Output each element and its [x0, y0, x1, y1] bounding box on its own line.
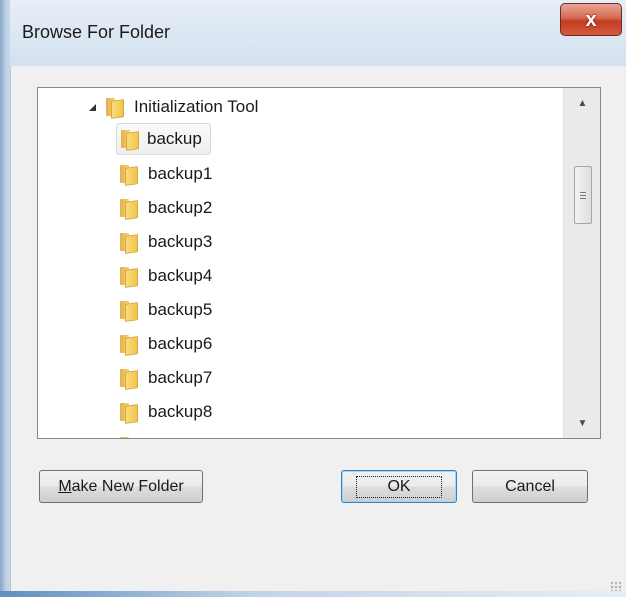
folder-icon — [118, 198, 138, 220]
tree-item-backup[interactable]: backup — [116, 123, 211, 155]
tree-item-backup2[interactable]: backup2 — [118, 193, 218, 223]
mnemonic-letter: M — [58, 477, 72, 495]
tree-item-label: backup2 — [148, 198, 213, 217]
tree-item-label: Initialization Tool — [134, 97, 259, 116]
folder-icon — [118, 334, 138, 356]
tree-item-backup6[interactable]: backup6 — [118, 329, 218, 359]
vertical-scrollbar[interactable]: ▲ ▼ — [563, 88, 600, 438]
selection-highlight: backup — [116, 123, 211, 155]
up-arrow-icon: ▲ — [577, 97, 588, 109]
folder-icon — [104, 97, 124, 119]
down-arrow-icon: ▼ — [577, 417, 588, 429]
tree-item-label: backup3 — [148, 232, 213, 251]
window-bottom-border — [0, 591, 626, 597]
ok-label: OK — [356, 475, 442, 498]
tree-item-label: backup5 — [148, 300, 213, 319]
folder-icon — [118, 300, 138, 322]
scroll-thumb[interactable] — [574, 166, 592, 224]
ok-button[interactable]: OK — [341, 470, 457, 503]
folder-icon — [119, 129, 139, 151]
tree-item-backup1[interactable]: backup1 — [118, 159, 218, 189]
folder-icon — [118, 402, 138, 424]
make-new-folder-label-rest: ake New Folder — [71, 477, 184, 495]
folder-icon — [118, 232, 138, 254]
cancel-button[interactable]: Cancel — [472, 470, 588, 503]
close-button[interactable]: x — [560, 3, 622, 36]
folder-icon — [118, 164, 138, 186]
folder-icon — [118, 368, 138, 390]
tree-item-backup7[interactable]: backup7 — [118, 363, 218, 393]
tree-item-label: backup — [147, 129, 202, 148]
window-title: Browse For Folder — [22, 22, 171, 42]
tree-item-backup4[interactable]: backup4 — [118, 261, 218, 291]
grip-icon — [580, 191, 586, 199]
scroll-up-button[interactable]: ▲ — [564, 88, 600, 118]
tree-item-backup3[interactable]: backup3 — [118, 227, 218, 257]
tree-item-root[interactable]: Initialization Tool — [88, 92, 264, 122]
window-border — [0, 0, 10, 597]
tree-item-label: backup4 — [148, 266, 213, 285]
tree-item-label: backup1 — [148, 164, 213, 183]
tree-item-label: backup8 — [148, 402, 213, 421]
close-icon: x — [585, 8, 597, 31]
make-new-folder-button[interactable]: Make New Folder — [39, 470, 203, 503]
browse-for-folder-dialog: Browse For Folder x Initialization Tool … — [0, 0, 626, 597]
scroll-down-button[interactable]: ▼ — [564, 408, 600, 438]
expand-arrow-icon[interactable] — [88, 101, 100, 113]
folder-icon — [118, 266, 138, 288]
folder-icon — [118, 436, 138, 438]
tree-item-label: backup9 — [142, 432, 218, 438]
tree-item-backup9[interactable]: backup9 — [118, 431, 218, 438]
tree-item-label: backup6 — [148, 334, 213, 353]
title-bar[interactable]: Browse For Folder x — [10, 0, 626, 66]
tree-item-backup8[interactable]: backup8 — [118, 397, 218, 427]
tree-item-label: backup7 — [148, 368, 213, 387]
make-new-folder-label: Make New Folder — [58, 478, 183, 496]
tree-item-backup5[interactable]: backup5 — [118, 295, 218, 325]
cancel-label: Cancel — [505, 477, 555, 495]
folder-tree[interactable]: Initialization Tool backup backup1 backu… — [37, 87, 601, 439]
